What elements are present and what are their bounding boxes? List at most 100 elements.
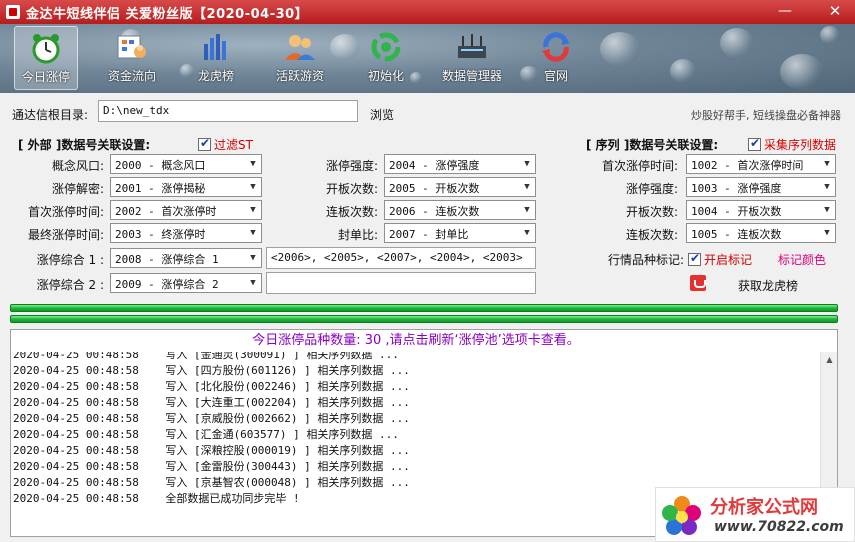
field-label: 开板次数:: [325, 182, 378, 196]
toolbar-label: 官网: [543, 69, 568, 83]
limit-up-decode-select[interactable]: 2001 - 涨停揭秘 ▼: [110, 177, 262, 197]
field-label: 封单比:: [337, 228, 378, 242]
collect-sequence-label: 采集序列数据: [764, 138, 837, 152]
select-value: 1003 - 涨停强度: [691, 182, 782, 195]
toolbar-label: 龙虎榜: [197, 69, 234, 83]
chevron-down-icon: ▼: [819, 224, 835, 242]
composite-1-formula-input[interactable]: <2006>, <2005>, <2007>, <2004>, <2003>: [266, 247, 536, 269]
filter-st-checkbox[interactable]: 过滤ST: [198, 136, 253, 153]
toolbar-initialize[interactable]: 初始化: [354, 26, 418, 90]
first-limit-time-select[interactable]: 2002 - 首次涨停时 ▼: [110, 200, 262, 220]
chevron-down-icon: ▼: [245, 155, 261, 173]
data-manager-icon: [455, 30, 489, 64]
consecutive-count-select[interactable]: 2006 - 连板次数 ▼: [384, 200, 536, 220]
toolbar-label: 初始化: [367, 69, 404, 83]
select-value: 2004 - 涨停强度: [389, 159, 480, 172]
slogan-text: 炒股好帮手, 短线操盘必备神器: [691, 109, 841, 122]
select-value: 2001 - 涨停揭秘: [115, 182, 206, 195]
composite-2-select[interactable]: 2009 - 涨停综合 2 ▼: [110, 273, 262, 293]
field-label: 涨停综合 1 :: [36, 253, 104, 267]
toolbar-fund-flow[interactable]: 资金流向: [100, 26, 164, 90]
final-limit-time-select[interactable]: 2003 - 终涨停时 ▼: [110, 223, 262, 243]
select-value: 1005 - 连板次数: [691, 228, 782, 241]
get-dragon-tiger-button[interactable]: 获取龙虎榜: [738, 277, 798, 294]
log-line: 2020-04-25 00:48:58 写入 [四方股份(601126) ] 相…: [13, 364, 410, 377]
log-line: 2020-04-25 00:48:58 写入 [汇金通(603577) ] 相关…: [13, 428, 399, 441]
toolbar-dragon-tiger[interactable]: 龙虎榜: [184, 26, 248, 90]
select-value: 2003 - 终涨停时: [115, 228, 206, 241]
chevron-down-icon: ▼: [519, 201, 535, 219]
seq-open-count-select[interactable]: 1004 - 开板次数 ▼: [686, 200, 836, 220]
select-value: 2002 - 首次涨停时: [115, 205, 217, 218]
mark-color-link[interactable]: 标记颜色: [778, 251, 826, 268]
log-line: 2020-04-25 00:48:58 全部数据已成功同步完毕 !: [13, 492, 300, 505]
toolbar-active-traders[interactable]: 活跃游资: [268, 26, 332, 90]
toolbar-website[interactable]: 官网: [524, 26, 588, 90]
limit-up-count-headline: 今日涨停品种数量: 30 ,请点击刷新‘涨停池’选项卡查看。: [11, 330, 821, 352]
seq-first-limit-time-select[interactable]: 1002 - 首次涨停时间 ▼: [686, 154, 836, 174]
field-label: 连板次数:: [325, 205, 378, 219]
seal-ratio-select[interactable]: 2007 - 封单比 ▼: [384, 223, 536, 243]
composite-1-select[interactable]: 2008 - 涨停综合 1 ▼: [110, 248, 262, 268]
toolbar-label: 活跃游资: [275, 69, 324, 83]
minimize-button[interactable]: —: [773, 2, 797, 20]
chevron-down-icon: ▼: [519, 178, 535, 196]
watermark-url: www.70822.com: [714, 519, 844, 535]
seq-consecutive-count-select[interactable]: 1005 - 连板次数 ▼: [686, 223, 836, 243]
close-button[interactable]: ✕: [823, 2, 847, 20]
seq-limit-strength-select[interactable]: 1003 - 涨停强度 ▼: [686, 177, 836, 197]
scroll-up-icon[interactable]: ▲: [821, 352, 837, 368]
composite-2-formula-input[interactable]: [266, 272, 536, 294]
directory-row: 通达信根目录: D:\new_tdx 浏览 炒股好帮手, 短线操盘必备神器: [0, 96, 855, 130]
field-label: 概念风口:: [51, 159, 104, 173]
field-label: 连板次数:: [625, 228, 678, 242]
chevron-down-icon: ▼: [245, 201, 261, 219]
log-line: 2020-04-25 00:48:58 写入 [金雷股份(300443) ] 相…: [13, 460, 410, 473]
flower-logo-icon: [662, 496, 701, 535]
chevron-down-icon: ▼: [245, 178, 261, 196]
mark-label: 行情品种标记:: [607, 253, 684, 267]
directory-input[interactable]: D:\new_tdx: [98, 100, 358, 122]
log-line: 2020-04-25 00:48:58 写入 [大连重工(002204) ] 相…: [13, 396, 410, 409]
water-drop-decoration: [600, 32, 640, 66]
open-count-select[interactable]: 2005 - 开板次数 ▼: [384, 177, 536, 197]
collect-sequence-checkbox[interactable]: 采集序列数据: [748, 136, 836, 153]
enable-mark-label: 开启标记: [704, 253, 753, 267]
browse-button[interactable]: 浏览: [370, 106, 394, 123]
toolbar-label: 今日涨停: [21, 70, 70, 84]
limit-strength-select[interactable]: 2004 - 涨停强度 ▼: [384, 154, 536, 174]
select-value: 2008 - 涨停综合 1: [115, 253, 219, 266]
toolbar-data-manager[interactable]: 数据管理器: [438, 26, 506, 90]
chevron-down-icon: ▼: [245, 224, 261, 242]
field-label: 涨停强度:: [325, 159, 378, 173]
toolbar-label: 资金流向: [107, 69, 156, 83]
field-label: 首次涨停时间:: [601, 159, 678, 173]
money-flow-icon: [115, 30, 149, 64]
chevron-down-icon: ▼: [519, 224, 535, 242]
water-drop-decoration: [780, 54, 824, 90]
concept-select[interactable]: 2000 - 概念风口 ▼: [110, 154, 262, 174]
toolbar-label: 数据管理器: [441, 69, 502, 83]
recycle-icon: [369, 30, 403, 64]
checkbox-box[interactable]: [688, 251, 701, 266]
field-label: 涨停解密:: [51, 182, 104, 196]
log-line: 2020-04-25 00:48:58 写入 [北化股份(002246) ] 相…: [13, 380, 410, 393]
chevron-down-icon: ▼: [819, 201, 835, 219]
field-label: 涨停强度:: [625, 182, 678, 196]
water-drop-decoration: [720, 28, 754, 58]
log-line: 2020-04-25 00:48:58 写入 [深粮控股(000019) ] 相…: [13, 444, 410, 457]
dragon-tiger-chart-icon: [199, 30, 233, 64]
enable-mark-checkbox[interactable]: 开启标记: [688, 251, 752, 268]
chevron-down-icon: ▼: [519, 155, 535, 173]
directory-label: 通达信根目录:: [12, 108, 89, 122]
log-line: 2020-04-25 00:48:58 写入 [京威股份(002662) ] 相…: [13, 412, 410, 425]
website-refresh-icon: [539, 30, 573, 64]
checkbox-box[interactable]: [748, 136, 761, 151]
watermark-title: 分析家公式网: [710, 497, 818, 518]
progress-bar: [10, 315, 838, 323]
field-label: 首次涨停时间:: [27, 205, 104, 219]
toolbar-today-limit-up[interactable]: 今日涨停: [14, 26, 78, 90]
checkbox-box[interactable]: [198, 136, 211, 151]
dragon-tiger-fetch-icon[interactable]: [690, 275, 706, 291]
log-lines: 2020-04-25 00:48:58 写入 [金通灵(300091) ] 相关…: [13, 347, 410, 507]
